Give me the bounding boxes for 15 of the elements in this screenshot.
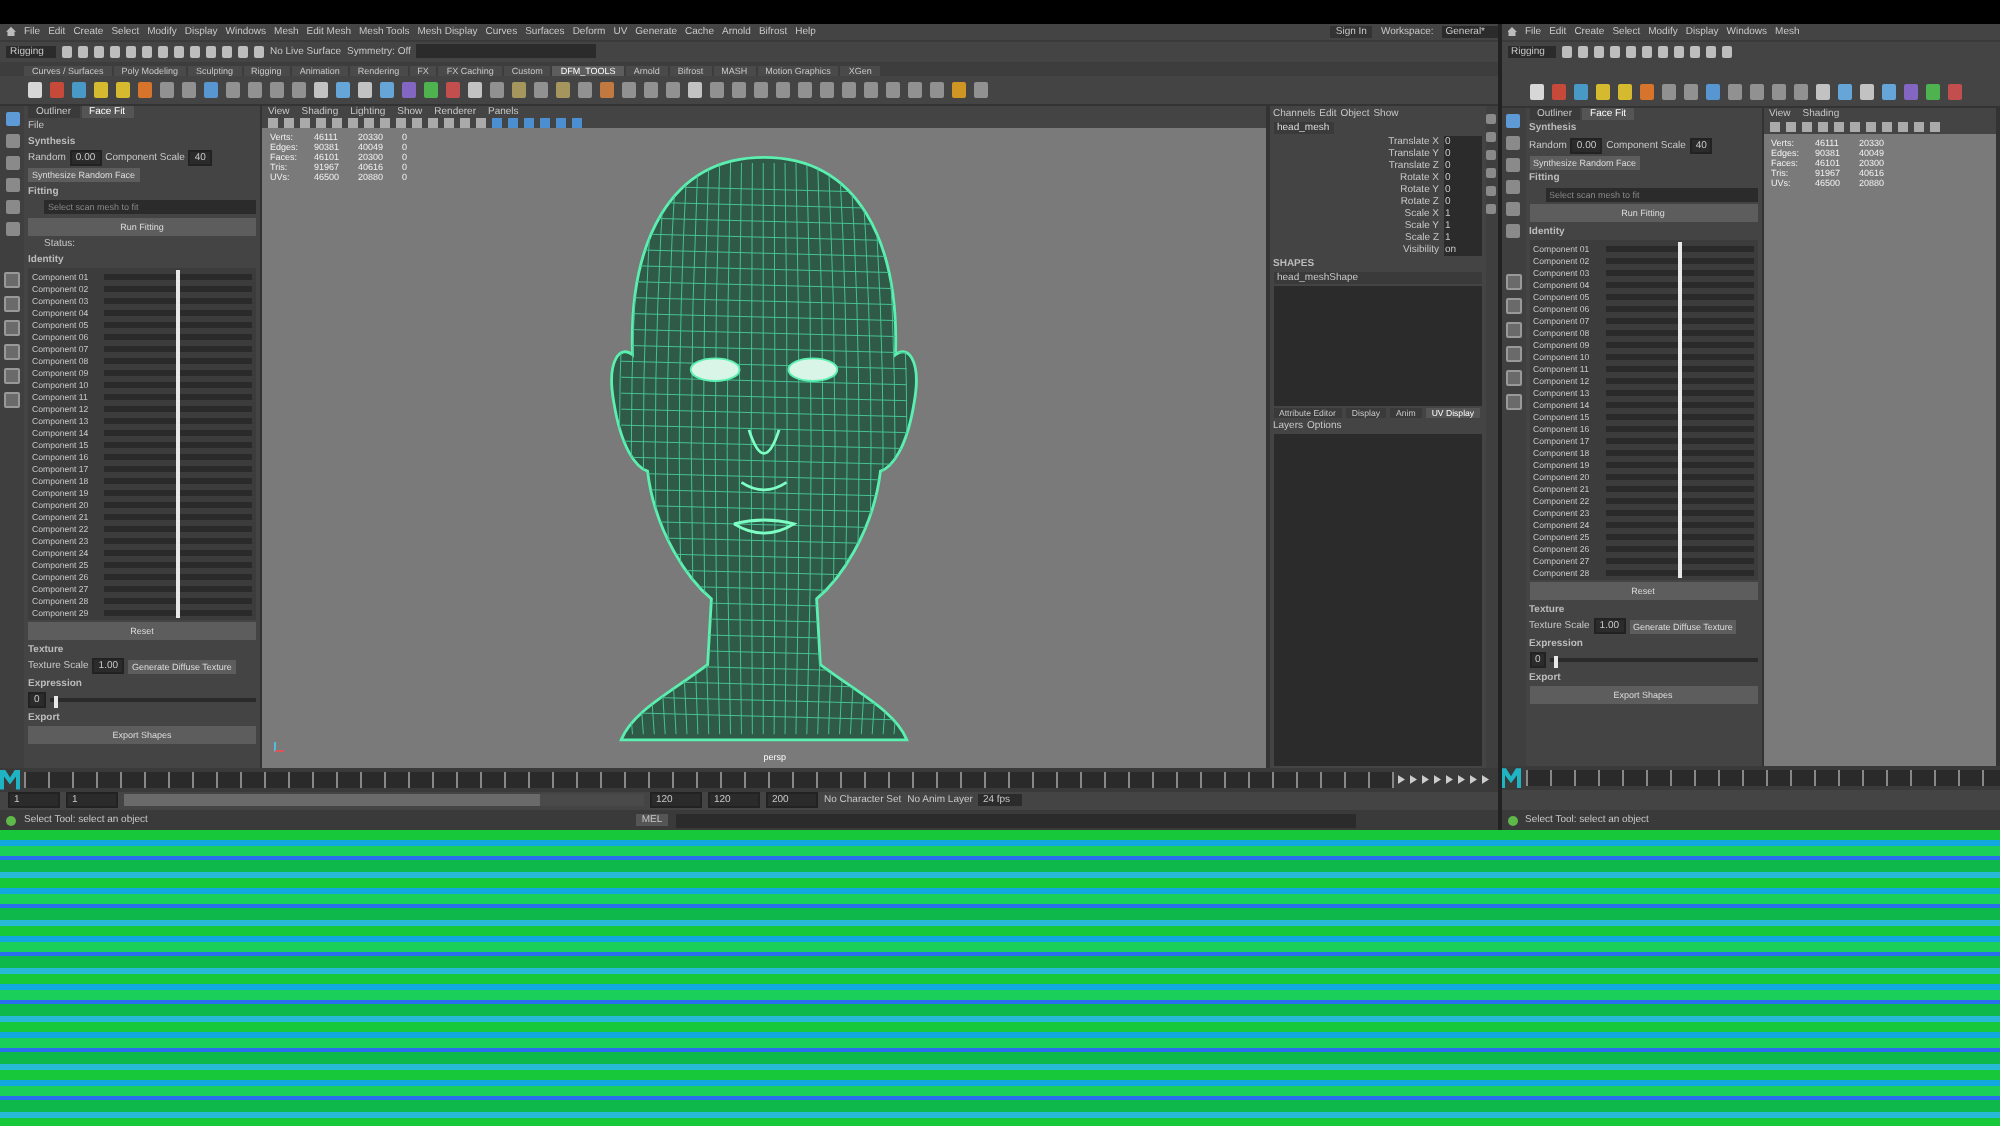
timeline-ruler[interactable] bbox=[1525, 770, 2000, 787]
status-icon bbox=[6, 815, 16, 826]
search-field[interactable] bbox=[416, 44, 597, 59]
axis-icon bbox=[274, 741, 284, 752]
home-icon[interactable] bbox=[6, 26, 16, 37]
home-icon[interactable] bbox=[1507, 26, 1517, 37]
range-slider[interactable] bbox=[124, 794, 644, 807]
timeline-ruler[interactable] bbox=[24, 771, 1393, 788]
status-icon bbox=[1507, 815, 1517, 826]
slider-thumb[interactable] bbox=[1554, 655, 1559, 668]
maya-logo-icon bbox=[1501, 768, 1521, 789]
maya-logo-icon bbox=[0, 769, 20, 790]
slider-thumb[interactable] bbox=[53, 695, 58, 708]
range-slider-bar[interactable] bbox=[124, 794, 540, 807]
command-line-field[interactable] bbox=[676, 813, 1357, 828]
